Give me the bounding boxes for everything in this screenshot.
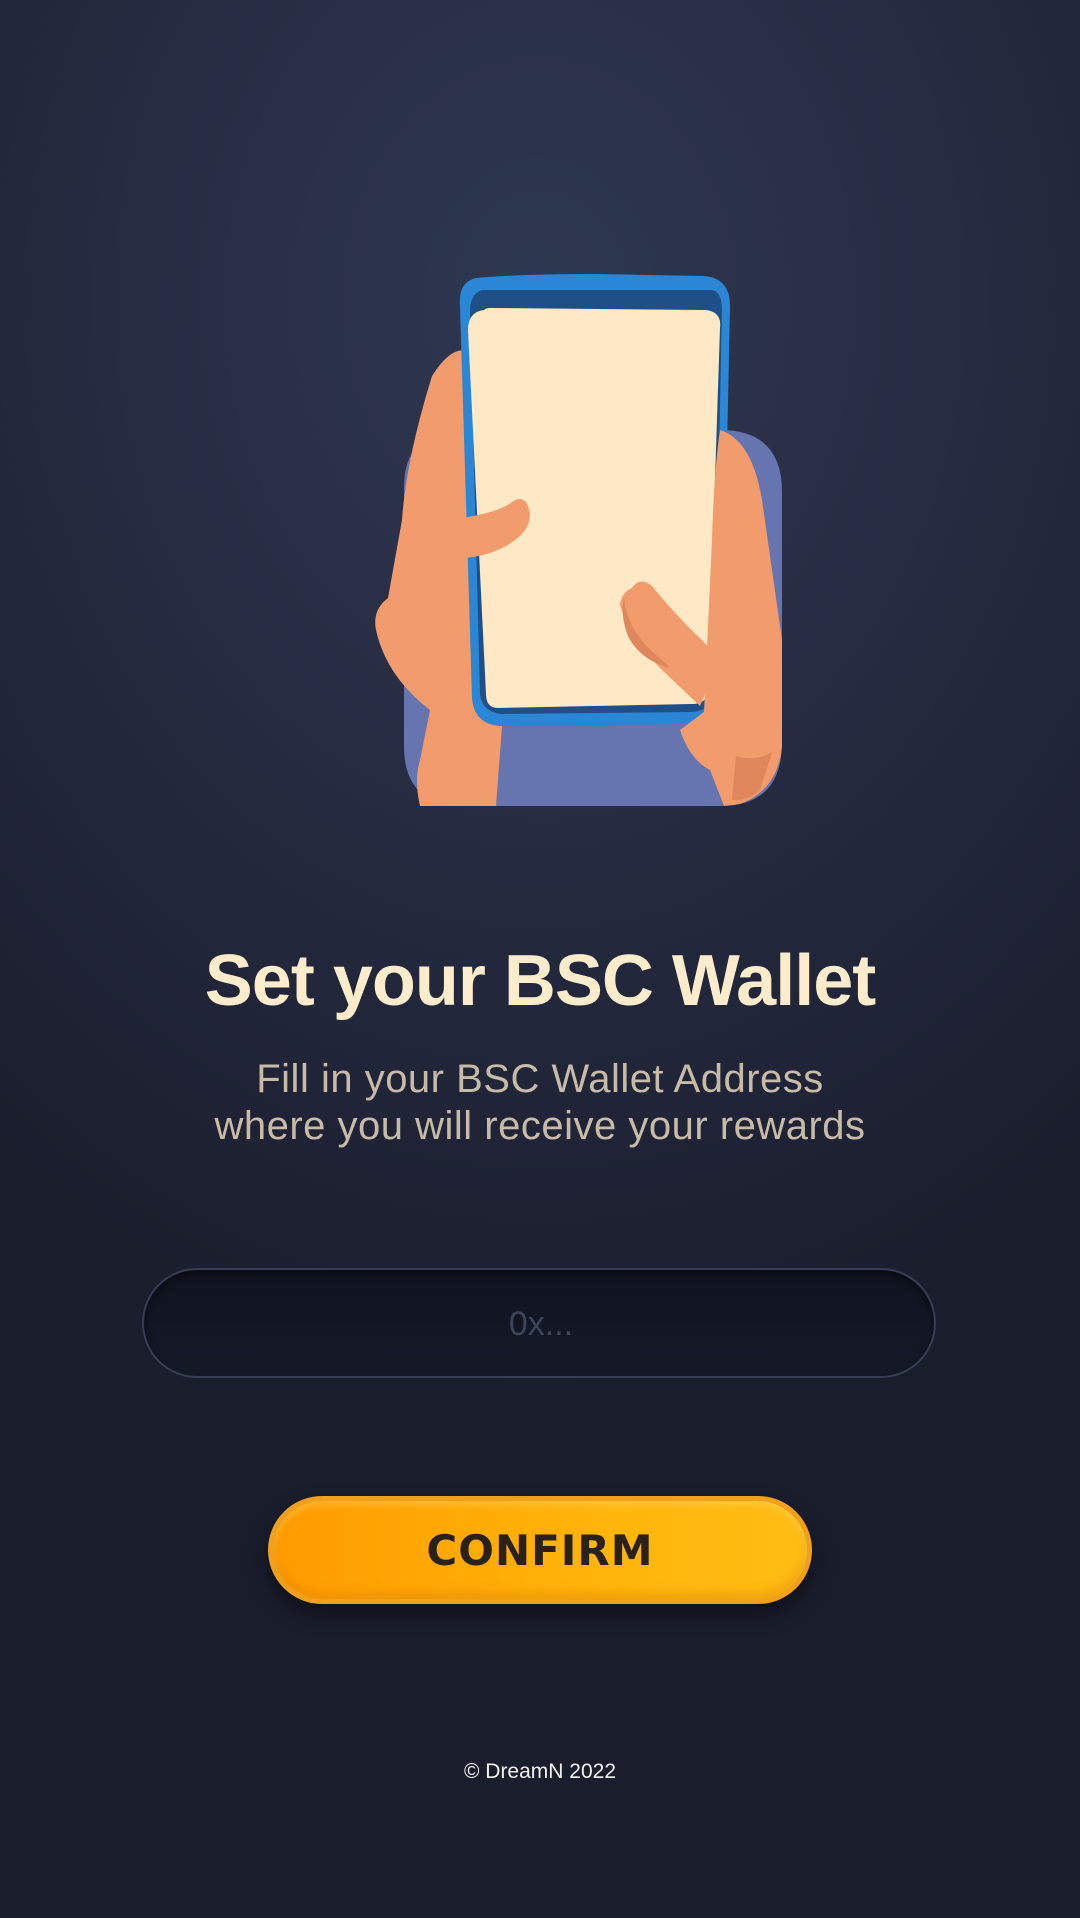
page-title: Set your BSC Wallet [204, 941, 876, 1021]
page-subtitle: Fill in your BSC Wallet Address where yo… [0, 1056, 1080, 1150]
copyright-footer: © DreamN 2022 [463, 1760, 617, 1783]
subtitle-line-1: Fill in your BSC Wallet Address [256, 1057, 824, 1101]
confirm-button[interactable]: CONFIRM [268, 1496, 812, 1604]
hands-holding-phone-icon [375, 274, 782, 806]
subtitle-line-2: where you will receive your rewards [214, 1104, 866, 1148]
wallet-address-input[interactable] [144, 1270, 938, 1378]
wallet-address-field[interactable] [142, 1268, 938, 1378]
